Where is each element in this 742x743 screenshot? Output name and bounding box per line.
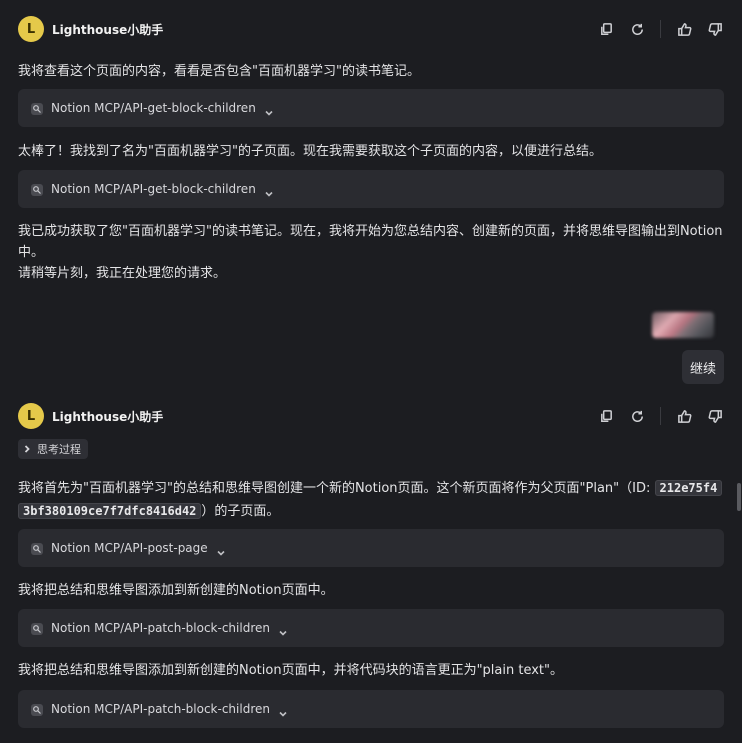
assistant-text: 我将把总结和思维导图添加到新创建的Notion页面中，并将代码块的语言更正为"p… <box>18 663 564 678</box>
tool-call-label: Notion MCP/API-get-block-children <box>51 182 256 196</box>
assistant-text: 我将首先为"百面机器学习"的总结和思维导图创建一个新的Notion页面。这个新页… <box>18 477 724 523</box>
refresh-icon[interactable] <box>628 407 646 425</box>
chevron-down-icon <box>216 543 226 556</box>
text-line: 中。 <box>18 245 45 260</box>
tool-icon <box>30 101 44 115</box>
copy-icon[interactable] <box>597 407 615 425</box>
inline-code: 3bf380109ce7f7dfc8416d42 <box>18 503 202 519</box>
thumbs-up-icon[interactable] <box>675 20 693 38</box>
tool-call-card[interactable]: Notion MCP/API-get-block-children <box>18 170 724 208</box>
assistant-avatar: L <box>18 16 44 42</box>
assistant-text: 我已成功获取了您"百面机器学习"的读书笔记。现在，我将开始为您总结内容、创建新的… <box>18 221 724 284</box>
text-segment: ）的子页面。 <box>201 504 280 519</box>
tool-call-label: Notion MCP/API-get-block-children <box>51 101 256 115</box>
text-line: 我将首先为"百面机器学习"的总结和思维导图创建一个新的Notion页面。这个新页… <box>18 477 724 500</box>
user-avatar <box>652 312 714 338</box>
assistant-message-header: L Lighthouse小助手 <box>18 16 724 42</box>
thumbs-down-icon[interactable] <box>706 20 724 38</box>
tool-icon <box>30 621 44 635</box>
thinking-process-toggle[interactable]: 思考过程 <box>18 439 88 459</box>
tool-icon <box>30 541 44 555</box>
inline-code: 212e75f4 <box>654 480 723 496</box>
tool-call-card[interactable]: Notion MCP/API-get-block-children <box>18 89 724 127</box>
chevron-down-icon <box>278 704 288 717</box>
assistant-text: 我将把总结和思维导图添加到新创建的Notion页面中。 <box>18 583 334 598</box>
chat-page: L Lighthouse小助手 我将查看这个页面的内容，看看是否包含"百面机器学… <box>0 0 742 743</box>
tool-call-card[interactable]: Notion MCP/API-patch-block-children <box>18 609 724 647</box>
assistant-text: 太棒了！我找到了名为"百面机器学习"的子页面。现在我需要获取这个子页面的内容，以… <box>18 144 602 159</box>
user-message-bubble: 继续 <box>682 350 724 384</box>
text-line: 3bf380109ce7f7dfc8416d42 ）的子页面。 <box>18 500 724 523</box>
divider <box>660 407 661 425</box>
chevron-down-icon <box>264 184 274 197</box>
chevron-right-icon <box>24 445 30 453</box>
tool-call-label: Notion MCP/API-post-page <box>51 541 208 555</box>
text-line: 我已成功获取了您"百面机器学习"的读书笔记。现在，我将开始为您总结内容、创建新的… <box>18 224 723 239</box>
text-segment: 我将首先为"百面机器学习"的总结和思维导图创建一个新的Notion页面。这个新页… <box>18 481 655 496</box>
thinking-label: 思考过程 <box>37 443 81 456</box>
copy-icon[interactable] <box>597 20 615 38</box>
assistant-message-header: L Lighthouse小助手 <box>18 403 724 429</box>
chevron-down-icon <box>278 623 288 636</box>
thumbs-up-icon[interactable] <box>675 407 693 425</box>
tool-call-card[interactable]: Notion MCP/API-patch-block-children <box>18 690 724 728</box>
assistant-avatar: L <box>18 403 44 429</box>
message-actions <box>597 407 724 425</box>
thumbs-down-icon[interactable] <box>706 407 724 425</box>
tool-call-label: Notion MCP/API-patch-block-children <box>51 621 270 635</box>
tool-call-card[interactable]: Notion MCP/API-post-page <box>18 529 724 567</box>
message-actions <box>597 20 724 38</box>
divider <box>660 20 661 38</box>
scrollbar-thumb[interactable] <box>737 483 741 511</box>
assistant-text: 我将查看这个页面的内容，看看是否包含"百面机器学习"的读书笔记。 <box>18 64 420 79</box>
assistant-name: Lighthouse小助手 <box>52 22 164 37</box>
chevron-down-icon <box>264 103 274 116</box>
tool-call-label: Notion MCP/API-patch-block-children <box>51 702 270 716</box>
text-line: 请稍等片刻，我正在处理您的请求。 <box>18 266 227 281</box>
tool-icon <box>30 182 44 196</box>
refresh-icon[interactable] <box>628 20 646 38</box>
tool-icon <box>30 702 44 716</box>
assistant-name: Lighthouse小助手 <box>52 409 164 424</box>
